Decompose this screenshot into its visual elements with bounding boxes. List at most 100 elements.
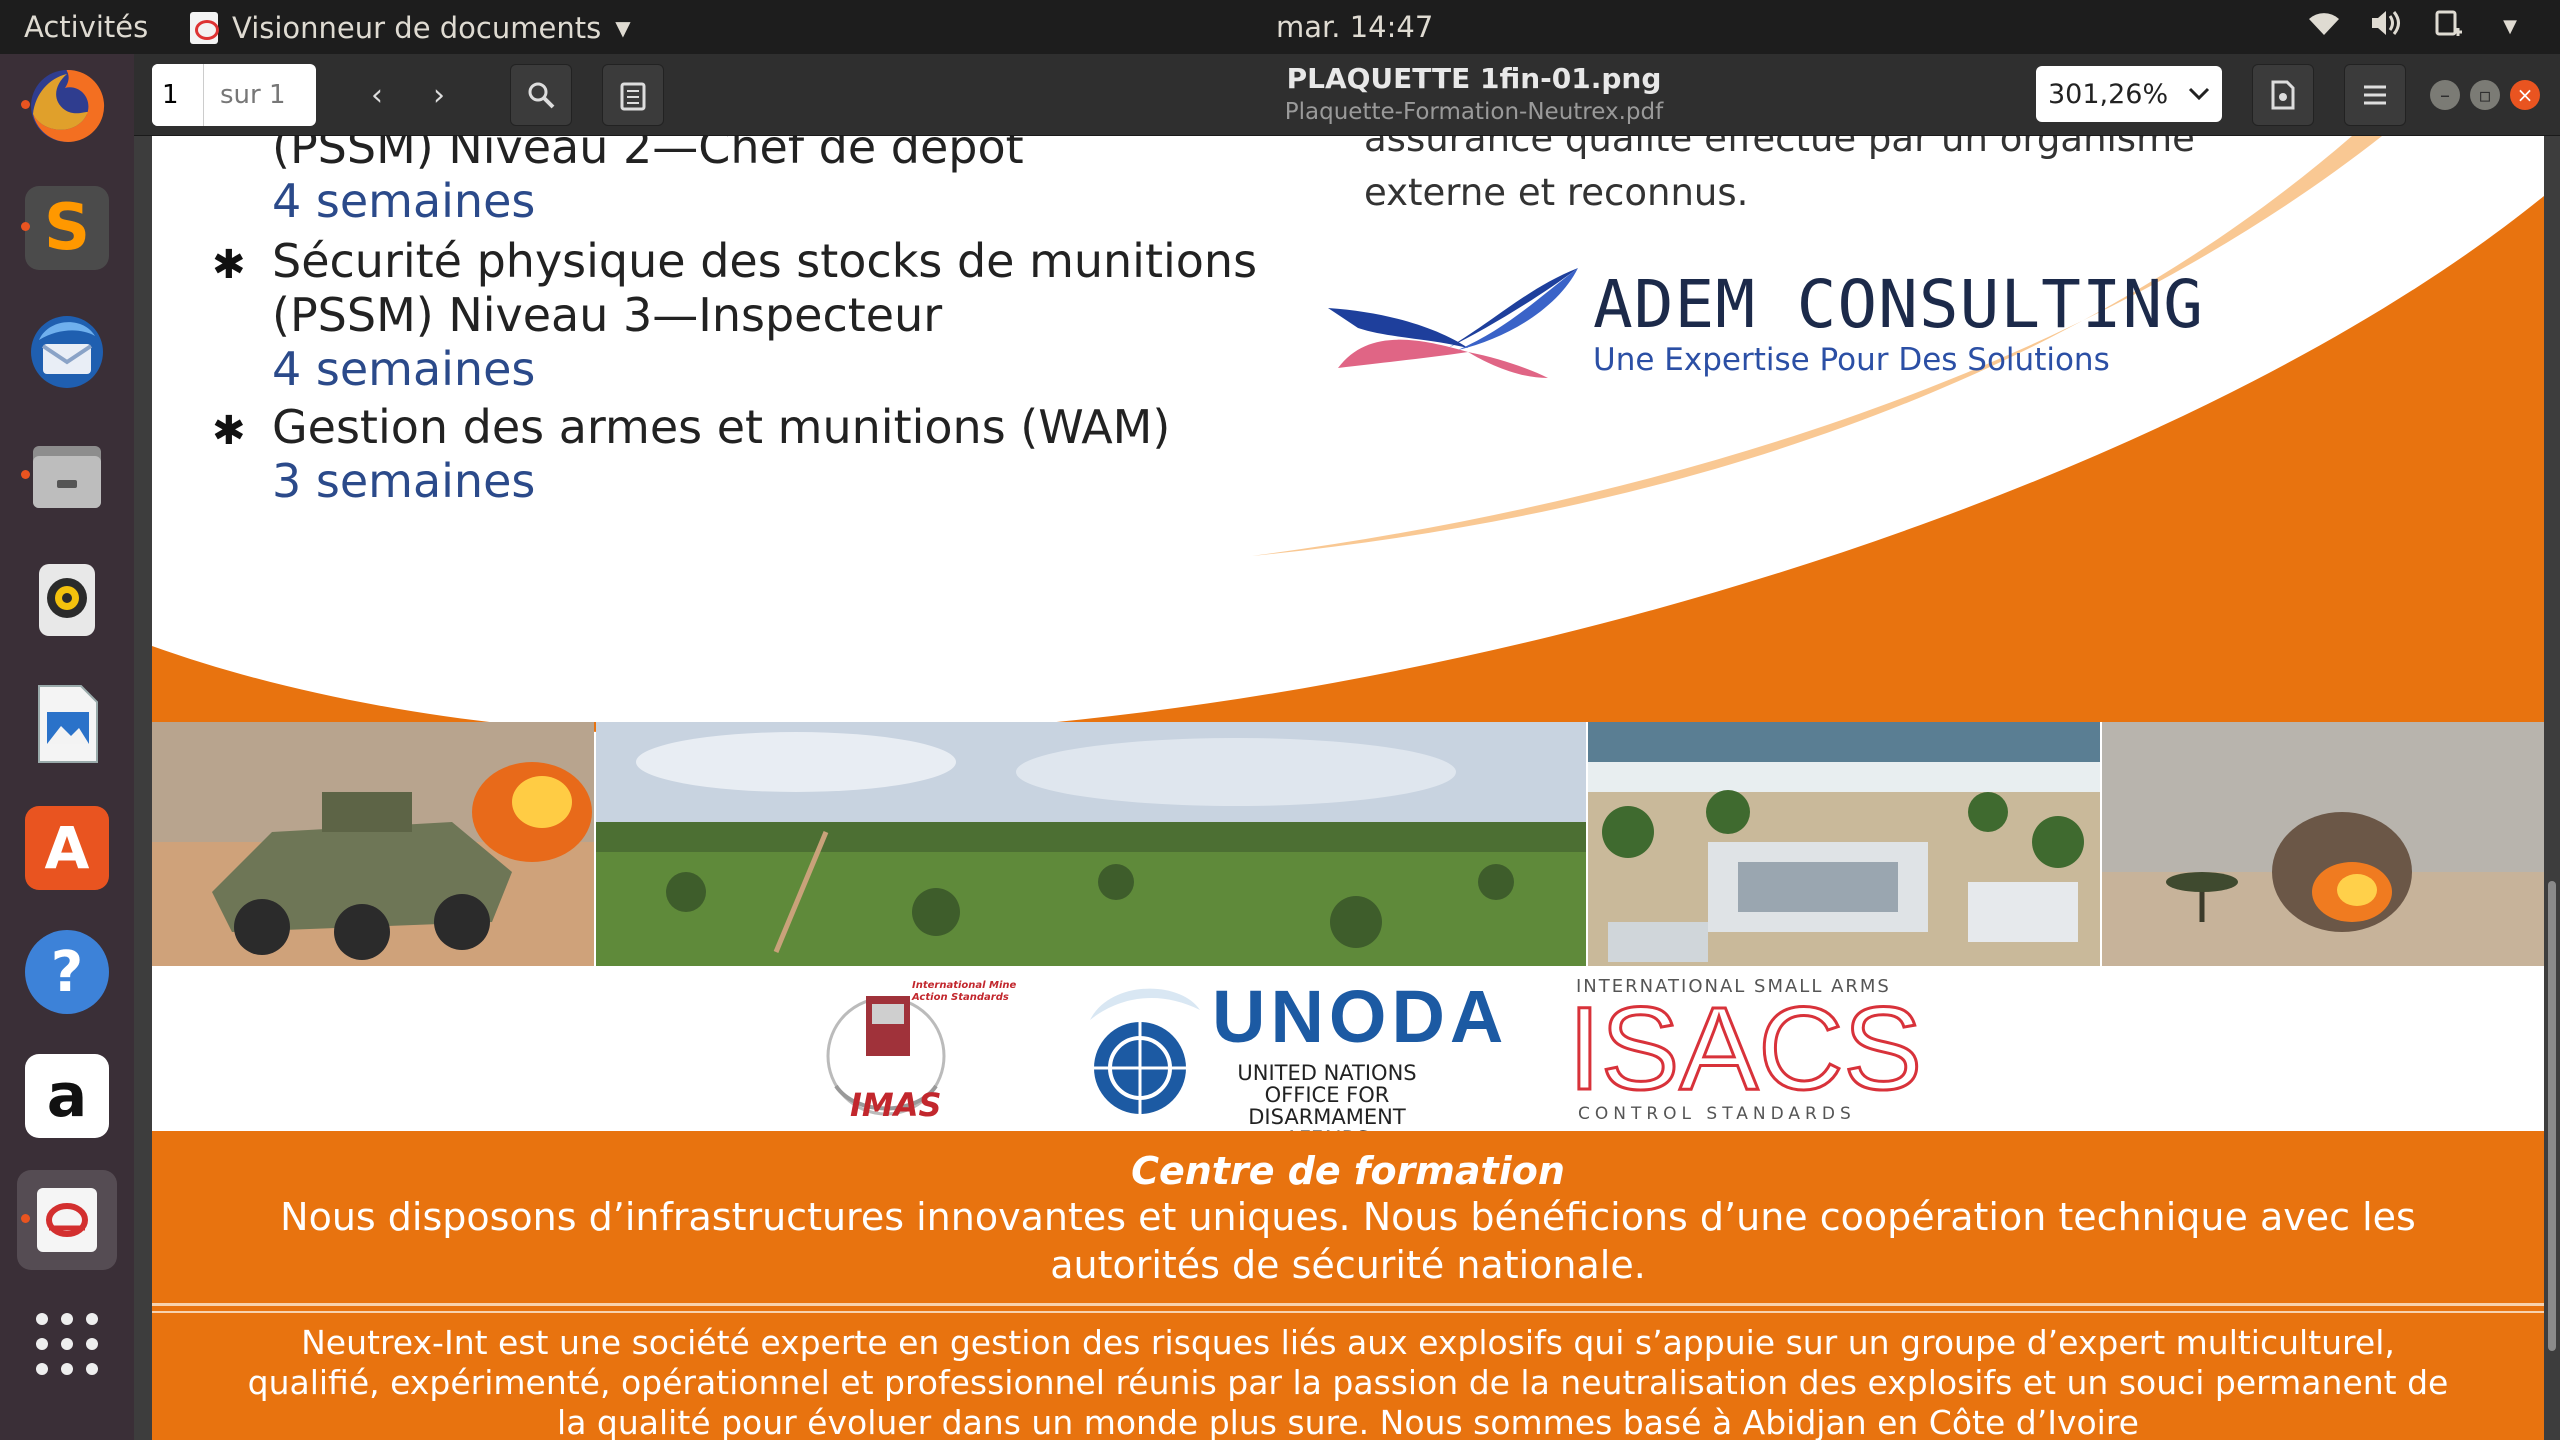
adem-consulting-logo: ADEM CONSULTING Une Expertise Pour Des S…: [1328, 266, 2203, 382]
sublime-text-icon: S: [25, 186, 109, 270]
page-total-label: sur 1: [220, 80, 286, 110]
document-viewer-icon: [37, 1188, 97, 1252]
quality-text-line2: externe et reconnus.: [1364, 171, 1749, 214]
search-icon: [528, 82, 555, 109]
imas-label: IMAS: [850, 1086, 942, 1124]
dock: S A ? a: [0, 54, 134, 1440]
power-menu-icon[interactable]: [2428, 8, 2468, 45]
un-emblem-icon: [1090, 988, 1200, 1114]
clock[interactable]: mar. 14:47: [1276, 10, 1433, 44]
search-button[interactable]: [510, 64, 572, 126]
quality-text-line1: assurance qualité effectué par un organi…: [1364, 136, 2195, 160]
clipboard-icon: [620, 82, 646, 111]
isacs-bottom-text: CONTROL STANDARDS: [1578, 1104, 1856, 1124]
hamburger-menu-icon: [2364, 85, 2386, 105]
minimize-icon: –: [2440, 83, 2450, 107]
document-view[interactable]: (PSSM) Niveau 2—Chef de dépôt 4 semaines…: [134, 136, 2560, 1440]
help-icon: ?: [25, 930, 109, 1014]
course-duration: 3 semaines: [272, 454, 536, 508]
chevron-down-icon: ▼: [615, 16, 631, 40]
dock-sublime-text[interactable]: S: [17, 178, 117, 278]
adem-wings-icon: [1328, 268, 1578, 378]
partner-logos: International Mine Action Standards IMAS…: [152, 966, 2544, 1150]
wifi-icon[interactable]: [2304, 9, 2344, 44]
zoom-select[interactable]: 301,26%: [2036, 66, 2222, 122]
unoda-title: UNODA: [1212, 975, 1509, 1058]
amazon-icon: a: [25, 1054, 109, 1138]
course-title: Sécurité physique des stocks de munition…: [272, 234, 1258, 288]
adem-slogan: Une Expertise Pour Des Solutions: [1593, 342, 2110, 378]
document-title: PLAQUETTE 1fin-01.png: [1286, 62, 1662, 95]
dock-document-viewer[interactable]: [17, 1170, 117, 1270]
firefox-icon: [31, 69, 105, 142]
quality-text: assurance qualité effectué par un organi…: [1364, 136, 2264, 220]
chevron-down-icon[interactable]: ▼: [2490, 16, 2530, 37]
app-menu[interactable]: Visionneur de documents ▼: [190, 8, 631, 48]
adem-title: ADEM CONSULTING: [1593, 266, 2205, 343]
rhythmbox-icon: [39, 564, 95, 636]
company-description: Neutrex-Int est une société experte en g…: [247, 1323, 2449, 1440]
close-button[interactable]: ×: [2510, 80, 2540, 110]
dock-firefox[interactable]: [17, 56, 117, 156]
course-item: (PSSM) Niveau 2—Chef de dépôt 4 semaines: [272, 136, 1024, 228]
training-center-footer: Centre de formation Nous disposons d’inf…: [152, 1131, 2544, 1440]
bullet-star-icon: ✱: [212, 242, 246, 288]
course-title-line2: (PSSM) Niveau 3—Inspecteur: [272, 288, 943, 342]
running-indicator: [21, 100, 30, 109]
document-view-icon: [2271, 80, 2295, 110]
menu-button[interactable]: [2344, 64, 2406, 126]
photo-explosion-desert: [2102, 722, 2544, 966]
next-page-button[interactable]: ›: [408, 64, 470, 126]
footer-heading: Centre de formation: [1131, 1149, 1565, 1193]
dock-files[interactable]: [17, 426, 117, 526]
dock-thunderbird[interactable]: [17, 302, 117, 402]
course-title: (PSSM) Niveau 2—Chef de dépôt: [272, 136, 1024, 174]
scrollbar-thumb[interactable]: [2548, 881, 2556, 1351]
document-viewer-icon: [190, 12, 219, 44]
dock-rhythmbox[interactable]: [17, 550, 117, 650]
maximize-icon: ▫: [2478, 83, 2492, 107]
activities-button[interactable]: Activités: [24, 10, 148, 44]
isacs-title: ISACS: [1566, 983, 1923, 1115]
page-selector: sur 1: [152, 64, 316, 126]
bullet-star-icon: ✱: [212, 408, 246, 454]
course-title: Gestion des armes et munitions (WAM): [272, 400, 1171, 454]
show-apps-icon: [36, 1313, 98, 1375]
view-options-button[interactable]: [2252, 64, 2314, 126]
dock-libreoffice-impress[interactable]: [17, 674, 117, 774]
software-center-icon: A: [25, 806, 109, 890]
system-tray[interactable]: ▼: [2304, 8, 2530, 45]
chevron-right-icon: ›: [433, 77, 445, 113]
vertical-scrollbar[interactable]: [2544, 136, 2560, 1440]
dock-help[interactable]: ?: [17, 922, 117, 1022]
app-menu-label: Visionneur de documents: [232, 11, 602, 45]
dock-amazon[interactable]: a: [17, 1046, 117, 1146]
dock-software-center[interactable]: A: [17, 798, 117, 898]
window-title: PLAQUETTE 1fin-01.png Plaquette-Formatio…: [1134, 62, 1814, 125]
photo-savanna-landscape: [596, 722, 1586, 966]
chevron-left-icon: ‹: [371, 77, 383, 113]
document-page: (PSSM) Niveau 2—Chef de dépôt 4 semaines…: [152, 136, 2544, 1440]
running-indicator: [21, 222, 30, 231]
page-number-input[interactable]: [152, 64, 204, 126]
photo-armored-vehicle: [152, 722, 594, 966]
maximize-button[interactable]: ▫: [2470, 80, 2500, 110]
course-item: Gestion des armes et munitions (WAM) 3 s…: [272, 400, 1170, 508]
thunderbird-icon: [31, 316, 103, 388]
chevron-down-icon: [2188, 87, 2210, 101]
divider: [152, 1311, 2544, 1313]
course-duration: 4 semaines: [272, 342, 536, 396]
top-panel: Activités Visionneur de documents ▼ mar.…: [0, 0, 2560, 54]
previous-page-button[interactable]: ‹: [346, 64, 408, 126]
annotations-button[interactable]: [602, 64, 664, 126]
volume-icon[interactable]: [2366, 9, 2406, 44]
document-subtitle: Plaquette-Formation-Neutrex.pdf: [1284, 99, 1664, 125]
zoom-value: 301,26%: [2048, 78, 2169, 110]
footer-text: Nous disposons d’infrastructures innovan…: [280, 1195, 2416, 1287]
libreoffice-impress-icon: [38, 685, 98, 763]
dock-show-apps[interactable]: [17, 1294, 117, 1394]
headerbar: sur 1 ‹ › PLAQUETTE 1fin-01.png Plaquett…: [134, 54, 2560, 136]
running-indicator: [21, 470, 30, 479]
minimize-button[interactable]: –: [2430, 80, 2460, 110]
close-icon: ×: [2516, 83, 2534, 107]
